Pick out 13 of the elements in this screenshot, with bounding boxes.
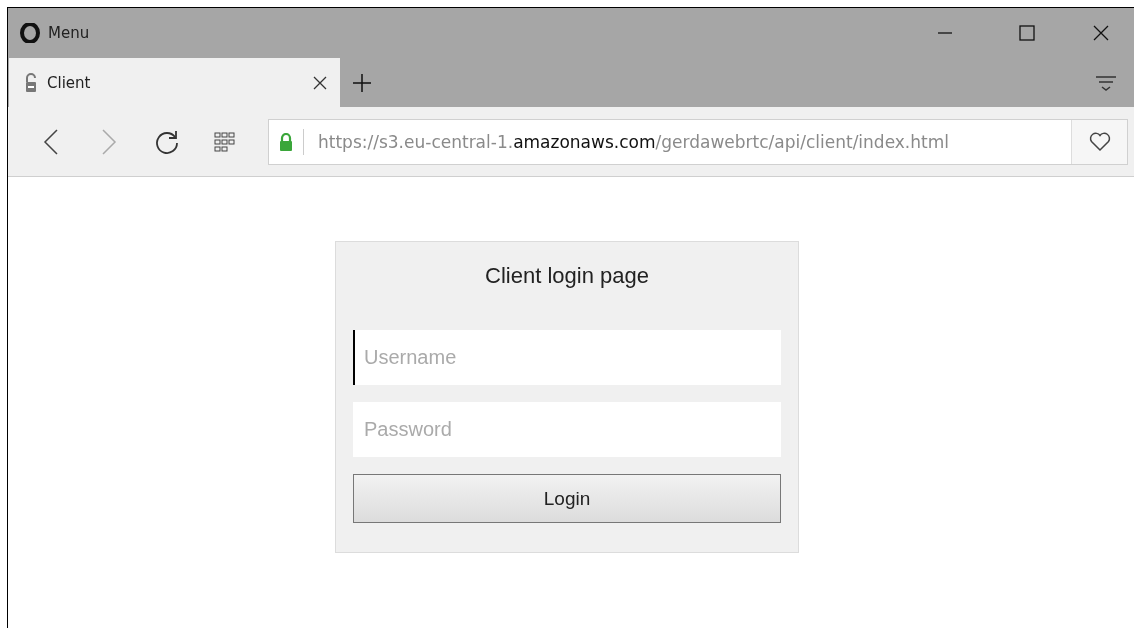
- login-button[interactable]: Login: [353, 474, 781, 523]
- padlock-icon: [279, 132, 293, 151]
- maximize-icon[interactable]: [1019, 25, 1035, 41]
- menu-button[interactable]: Menu: [20, 23, 90, 43]
- input-field[interactable]: Username: [353, 330, 781, 385]
- lock-icon: [25, 72, 37, 93]
- card-title: Client login page: [484, 262, 650, 290]
- close-tab-icon[interactable]: [312, 74, 328, 91]
- logo-icon: [20, 23, 40, 43]
- address-bar[interactable]: https://s3.eu-central-1.amazonaws.com/gerdawebrtc/api/client/index.html: [268, 118, 1128, 165]
- browser-tab[interactable]: Client: [9, 58, 340, 107]
- tab-label: Client: [47, 73, 92, 92]
- close-icon[interactable]: [1093, 25, 1109, 41]
